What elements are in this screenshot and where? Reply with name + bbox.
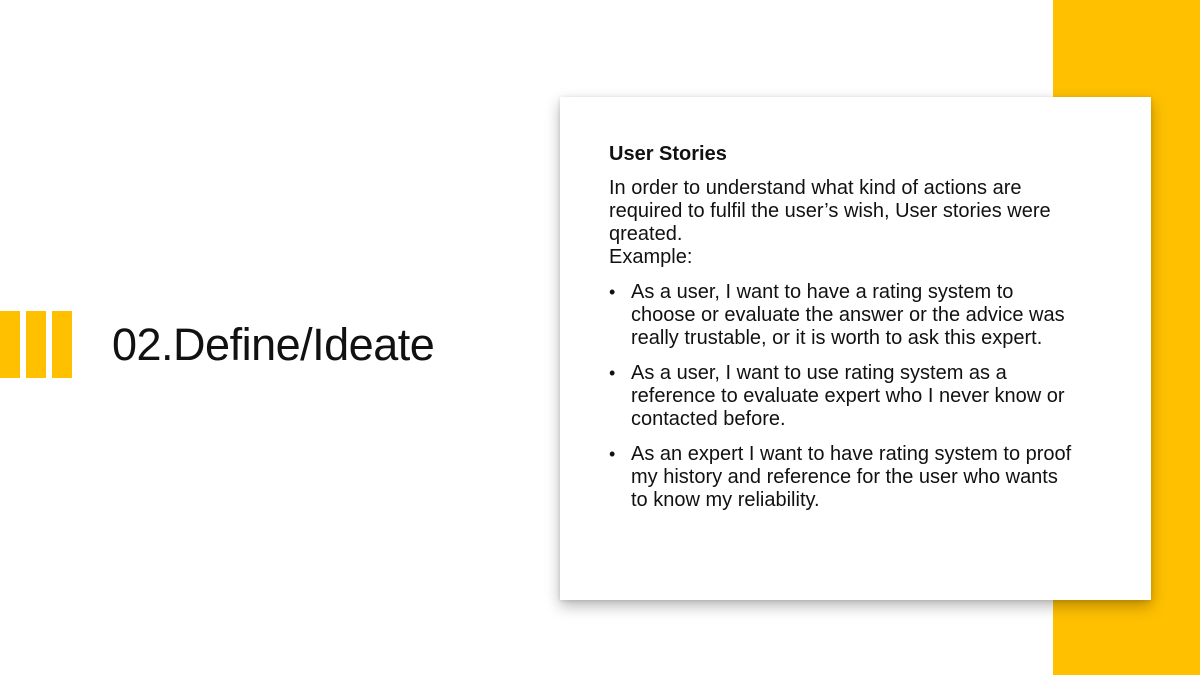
story-line: to know my reliability.: [631, 489, 820, 511]
story-line: As a user, I want to have a rating syste…: [631, 281, 1014, 303]
story-line: As an expert I want to have rating syste…: [631, 443, 1072, 465]
story-line: reference to evaluate expert who I never…: [631, 385, 1065, 407]
card-heading: User Stories: [609, 143, 727, 165]
story-text: As a user, I want to have a rating syste…: [631, 281, 1119, 350]
list-item: • As a user, I want to use rating system…: [609, 362, 1119, 431]
intro-line: In order to understand what kind of acti…: [609, 177, 1022, 199]
intro-line: Example:: [609, 246, 693, 268]
story-line: contacted before.: [631, 408, 786, 430]
story-line: my history and reference for the user wh…: [631, 466, 1058, 488]
user-stories-card: User Stories In order to understand what…: [560, 97, 1151, 600]
marker-bar: [52, 311, 72, 378]
story-text: As an expert I want to have rating syste…: [631, 443, 1119, 512]
story-text: As a user, I want to use rating system a…: [631, 362, 1119, 431]
marker-bar: [0, 311, 20, 378]
list-item: • As a user, I want to have a rating sys…: [609, 281, 1119, 350]
card-intro: In order to understand what kind of acti…: [609, 177, 1119, 269]
bullet-icon: •: [609, 282, 616, 302]
intro-line: required to fulfil the user’s wish, User…: [609, 200, 1051, 222]
story-line: really trustable, or it is worth to ask …: [631, 327, 1043, 349]
section-title: 02.Define/Ideate: [112, 319, 435, 370]
list-item: • As an expert I want to have rating sys…: [609, 443, 1119, 512]
story-list: • As a user, I want to have a rating sys…: [609, 281, 1119, 512]
slide: 02.Define/Ideate User Stories In order t…: [0, 0, 1200, 675]
story-line: choose or evaluate the answer or the adv…: [631, 304, 1065, 326]
bullet-icon: •: [609, 444, 616, 464]
story-line: As a user, I want to use rating system a…: [631, 362, 1007, 384]
card-content: User Stories In order to understand what…: [609, 143, 1119, 524]
bullet-icon: •: [609, 363, 616, 383]
intro-line: qreated.: [609, 223, 683, 245]
marker-bar: [26, 311, 46, 378]
